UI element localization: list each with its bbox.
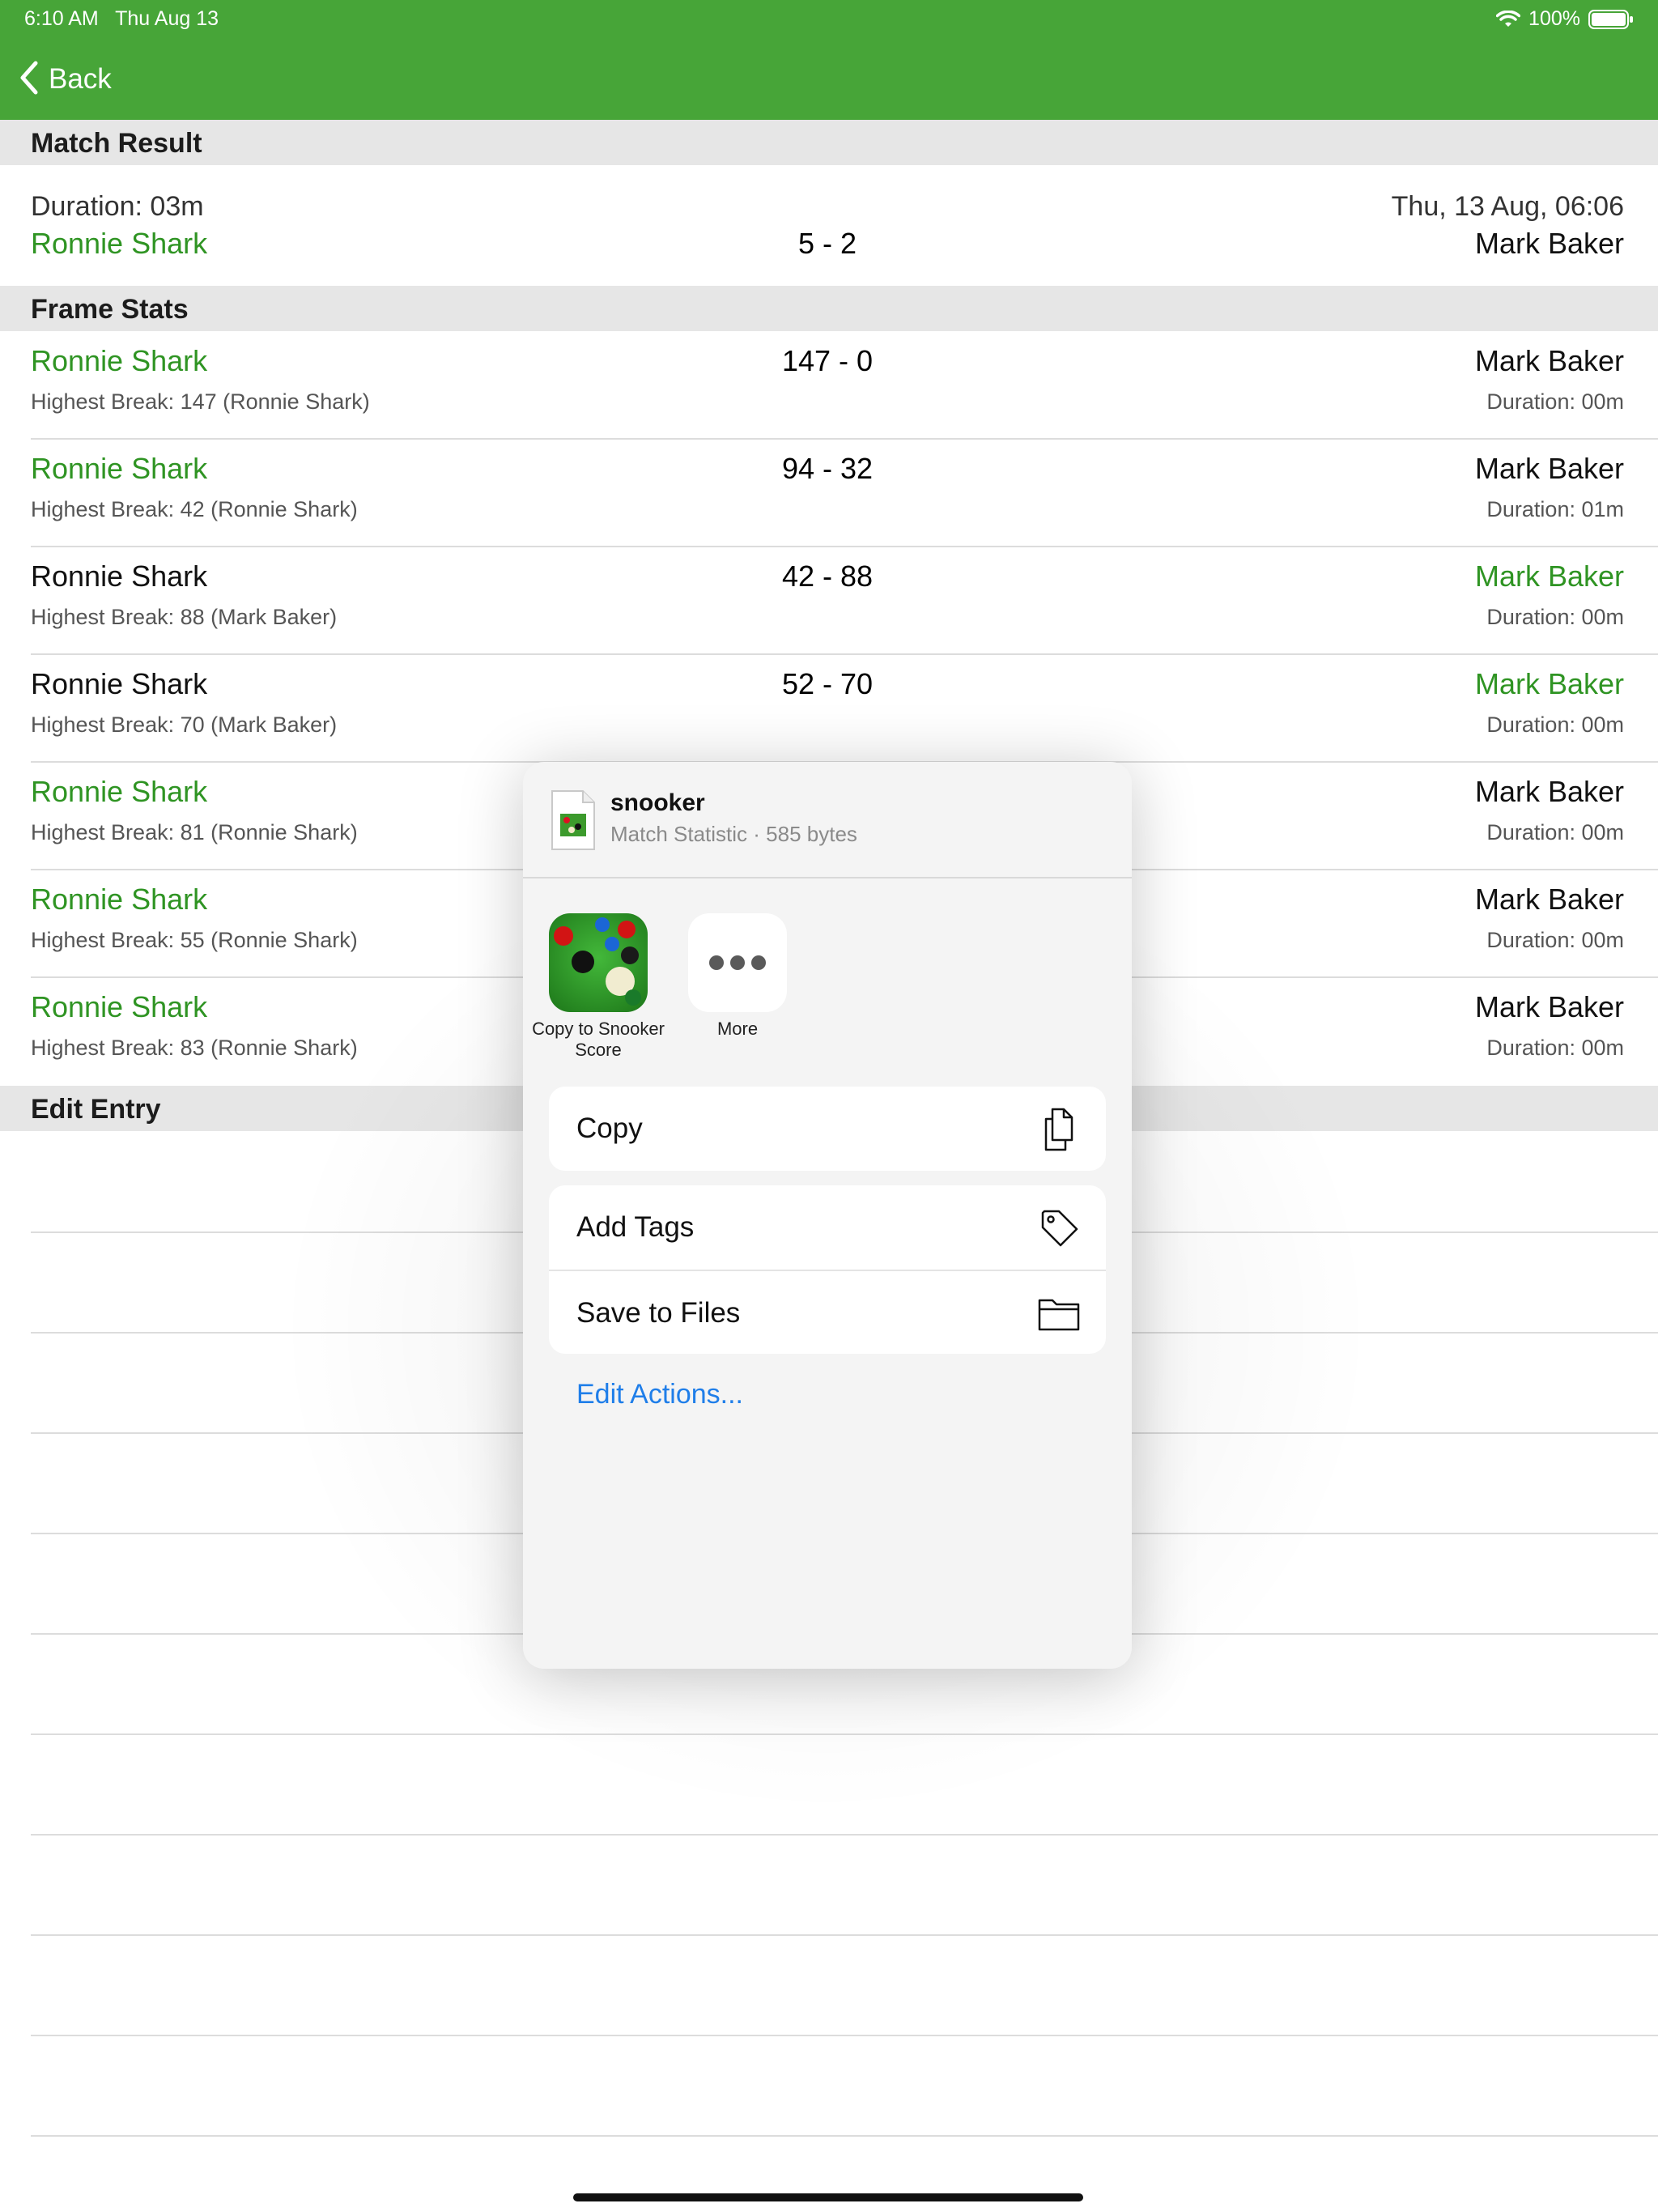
frame-player2: Mark Baker <box>1474 559 1624 593</box>
battery-percent: 100% <box>1528 7 1580 30</box>
section-title: Match Result <box>31 128 202 159</box>
edit-entry-row-divider <box>31 1934 1658 1936</box>
frame-duration: Duration: 00m <box>1486 389 1624 414</box>
share-sheet-header: snooker Match Statistic · 585 bytes <box>523 762 1132 878</box>
frame-highest-break: Highest Break: 81 (Ronnie Shark) <box>31 820 358 844</box>
frame-player1: Ronnie Shark <box>31 667 208 700</box>
frame-player2: Mark Baker <box>1474 990 1624 1023</box>
frame-duration: Duration: 00m <box>1486 713 1624 737</box>
match-result-header: Match Result <box>0 120 1658 165</box>
frame-highest-break: Highest Break: 42 (Ronnie Shark) <box>31 497 358 521</box>
frame-row[interactable]: Ronnie Shark 52 - 70 Mark Baker Highest Bre… <box>0 654 1658 762</box>
app-label: More <box>716 1019 759 1039</box>
copy-action[interactable]: Copy <box>549 1087 1106 1171</box>
document-icon <box>551 789 596 851</box>
add-tags-action[interactable]: Add Tags <box>549 1185 1106 1270</box>
status-date-text: Thu Aug 13 <box>115 7 219 30</box>
wifi-icon <box>1496 10 1521 28</box>
frame-duration: Duration: 00m <box>1486 1036 1624 1060</box>
match-score: 5 - 2 <box>797 227 857 260</box>
app-copy-to-snooker-score[interactable]: Copy to Snooker Score <box>532 913 665 1061</box>
frame-score: 147 - 0 <box>781 344 874 377</box>
action-group-copy: Copy <box>549 1087 1106 1171</box>
frame-duration: Duration: 00m <box>1486 820 1624 844</box>
more-icon <box>688 913 787 1012</box>
action-label: Add Tags <box>576 1211 695 1243</box>
status-time: 6:10 AM Thu Aug 13 <box>24 7 219 31</box>
frame-player1: Ronnie Shark <box>31 452 208 485</box>
edit-entry-row-divider <box>31 2135 1658 2137</box>
frame-highest-break: Highest Break: 147 (Ronnie Shark) <box>31 389 370 414</box>
frame-highest-break: Highest Break: 88 (Mark Baker) <box>31 605 338 629</box>
chevron-left-icon <box>18 60 40 100</box>
action-label: Save to Files <box>576 1297 741 1329</box>
file-name: snooker <box>610 789 705 816</box>
match-date: Thu, 13 Aug, 06:06 <box>1391 191 1624 222</box>
save-to-files-action[interactable]: Save to Files <box>549 1270 1106 1354</box>
action-label: Copy <box>576 1112 643 1144</box>
edit-actions-link[interactable]: Edit Actions... <box>576 1379 743 1410</box>
match-duration: Duration: 03m <box>31 191 204 222</box>
frame-player2: Mark Baker <box>1474 883 1624 916</box>
battery-icon <box>1588 9 1634 30</box>
share-sheet: snooker Match Statistic · 585 bytes Copy… <box>523 762 1132 1669</box>
frame-stats-header: Frame Stats <box>0 286 1658 331</box>
frame-player1: Ronnie Shark <box>31 775 208 808</box>
frame-score: 94 - 32 <box>781 452 874 485</box>
app-more[interactable]: More <box>688 913 787 1040</box>
frame-player1: Ronnie Shark <box>31 559 208 593</box>
folder-icon <box>1035 1289 1083 1338</box>
match-player1: Ronnie Shark <box>31 227 208 260</box>
frame-duration: Duration: 00m <box>1486 928 1624 952</box>
frame-player1: Ronnie Shark <box>31 883 208 916</box>
edit-entry-row-divider <box>31 1834 1658 1836</box>
section-title: Frame Stats <box>31 294 189 325</box>
frame-row[interactable]: Ronnie Shark 147 - 0 Mark Baker Highest Bre… <box>0 331 1658 439</box>
edit-entry-row-divider <box>31 2035 1658 2036</box>
match-player2: Mark Baker <box>1474 227 1624 260</box>
frame-score: 52 - 70 <box>781 667 874 700</box>
frame-player1: Ronnie Shark <box>31 344 208 377</box>
frame-duration: Duration: 00m <box>1486 605 1624 629</box>
tag-icon <box>1035 1203 1083 1252</box>
copy-icon <box>1035 1104 1083 1153</box>
edit-entry-row-divider <box>31 1733 1658 1735</box>
frame-highest-break: Highest Break: 83 (Ronnie Shark) <box>31 1036 358 1060</box>
snooker-table-icon <box>549 913 648 1012</box>
section-title: Edit Entry <box>31 1094 161 1125</box>
back-button[interactable]: Back <box>18 58 112 100</box>
frame-score: 42 - 88 <box>781 559 874 593</box>
home-indicator[interactable] <box>573 2193 1083 2201</box>
frame-player2: Mark Baker <box>1474 775 1624 808</box>
frame-row[interactable]: Ronnie Shark 94 - 32 Mark Baker Highest Bre… <box>0 439 1658 547</box>
status-indicators: 100% <box>1496 7 1634 31</box>
back-label: Back <box>49 63 112 95</box>
frame-player2: Mark Baker <box>1474 452 1624 485</box>
file-subtitle: Match Statistic · 585 bytes <box>610 822 857 846</box>
frame-player1: Ronnie Shark <box>31 990 208 1023</box>
frame-duration: Duration: 01m <box>1486 497 1624 521</box>
status-time-text: 6:10 AM <box>24 7 99 30</box>
frame-player2: Mark Baker <box>1474 344 1624 377</box>
frame-highest-break: Highest Break: 55 (Ronnie Shark) <box>31 928 358 952</box>
action-group-files: Add Tags Save to Files <box>549 1185 1106 1354</box>
frame-player2: Mark Baker <box>1474 667 1624 700</box>
frame-row[interactable]: Ronnie Shark 42 - 88 Mark Baker Highest Bre… <box>0 547 1658 654</box>
nav-bar: 6:10 AM Thu Aug 13 100% Back <box>0 0 1658 120</box>
frame-highest-break: Highest Break: 70 (Mark Baker) <box>31 713 338 737</box>
